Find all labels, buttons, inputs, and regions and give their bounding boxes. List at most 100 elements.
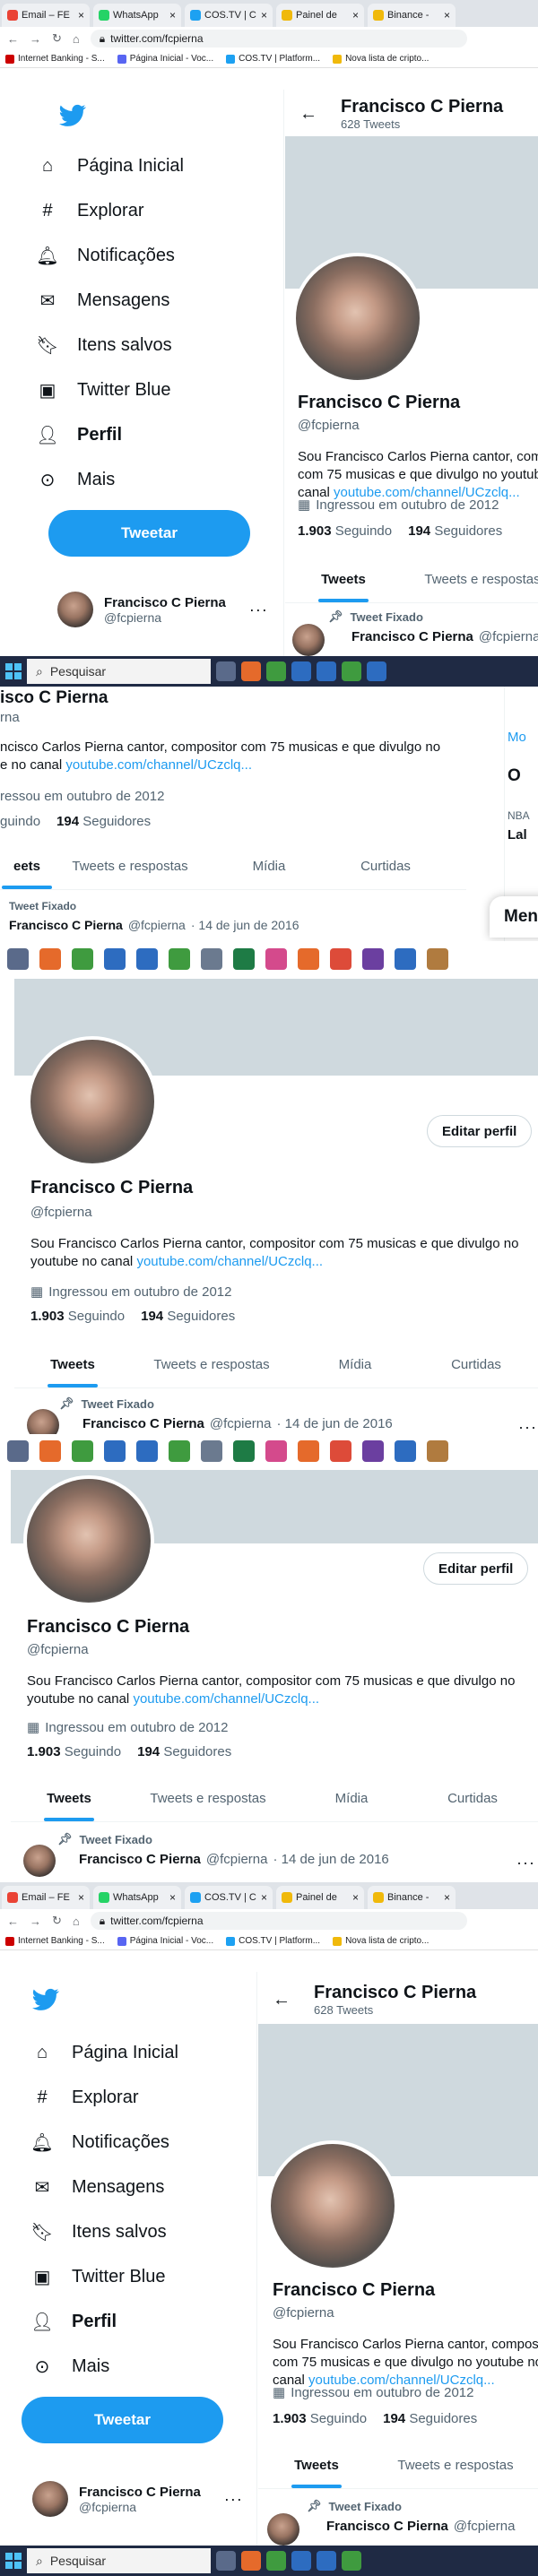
bookmark-item[interactable]: Nova lista de cripto...	[333, 54, 429, 64]
followers-link[interactable]: 194 Seguidores	[383, 2411, 477, 2426]
tab-replies[interactable]: Tweets e respostas	[127, 1775, 289, 1821]
close-icon[interactable]: ×	[352, 1891, 359, 1904]
tab-likes[interactable]: Curtidas	[418, 1341, 534, 1387]
app-icon[interactable]	[342, 661, 361, 681]
browser-tab[interactable]: Painel de ×	[276, 4, 364, 27]
app-icon[interactable]	[201, 1440, 222, 1462]
twitter-logo-icon[interactable]	[32, 1988, 59, 2016]
more-dots-icon[interactable]: ···	[249, 601, 268, 619]
browser-tab[interactable]: Email – FE ×	[2, 4, 90, 27]
tab-media[interactable]: Mídia	[292, 1341, 418, 1387]
taskbar-search[interactable]: ⌕ Pesquisar	[27, 659, 211, 684]
edit-profile-button[interactable]: Editar perfil	[427, 1115, 533, 1147]
app-icon[interactable]	[330, 948, 351, 970]
app-icon[interactable]	[395, 1440, 416, 1462]
sidebar-item-mais[interactable]: ⊙ Mais	[36, 457, 287, 502]
app-icon[interactable]	[72, 1440, 93, 1462]
windows-start-icon[interactable]	[5, 663, 22, 679]
bio-link[interactable]: youtube.com/channel/UCzclq...	[136, 1254, 323, 1269]
app-icon[interactable]	[362, 1440, 384, 1462]
following-link[interactable]: 1.903 Seguindo	[30, 1309, 125, 1324]
bio-link[interactable]: youtube.com/channel/UCzclq...	[133, 1691, 319, 1707]
close-icon[interactable]: ×	[78, 1891, 84, 1904]
close-icon[interactable]: ×	[78, 9, 84, 22]
sidebar-item-perfil[interactable]: 👤︎ Perfil	[30, 2299, 282, 2344]
app-icon[interactable]	[39, 948, 61, 970]
app-icon[interactable]	[72, 948, 93, 970]
browser-tab[interactable]: WhatsApp ×	[93, 4, 181, 27]
app-icon[interactable]	[317, 661, 336, 681]
bookmark-item[interactable]: Página Inicial - Voc...	[117, 1936, 213, 1946]
tab-replies[interactable]: Tweets e respostas	[131, 1341, 292, 1387]
app-icon[interactable]	[330, 1440, 351, 1462]
windows-start-icon[interactable]	[5, 2553, 22, 2569]
more-dots-icon[interactable]: ···	[224, 2490, 243, 2509]
app-icon[interactable]	[136, 1440, 158, 1462]
url-field[interactable]: 🔒︎ twitter.com/fcpierna	[90, 1912, 467, 1930]
bookmark-item[interactable]: Nova lista de cripto...	[333, 1936, 429, 1946]
back-arrow-icon[interactable]: ←	[299, 104, 317, 125]
bookmark-item[interactable]: COS.TV | Platform...	[226, 1936, 320, 1946]
taskview-icon[interactable]	[216, 661, 236, 681]
app-icon[interactable]	[201, 948, 222, 970]
followers-link[interactable]: 194 Seguidores	[137, 1744, 231, 1759]
account-switcher[interactable]: Francisco C Pierna @fcpierna ···	[57, 592, 268, 627]
app-icon[interactable]	[266, 2551, 286, 2571]
app-icon[interactable]	[7, 1440, 29, 1462]
profile-avatar[interactable]	[292, 253, 423, 384]
home-icon[interactable]: ⌂	[73, 1915, 80, 1928]
browser-tab[interactable]: Email – FE ×	[2, 1886, 90, 1909]
tab-tweets[interactable]: Tweets	[11, 1775, 127, 1821]
app-icon[interactable]	[169, 1440, 190, 1462]
profile-avatar[interactable]	[267, 2140, 398, 2271]
tab-replies[interactable]: Tweets e respostas	[402, 556, 538, 602]
app-icon[interactable]	[265, 1440, 287, 1462]
app-icon[interactable]	[104, 1440, 126, 1462]
edit-profile-button[interactable]: Editar perfil	[423, 1552, 529, 1585]
sidebar-item-twitter-blue[interactable]: ▣ Twitter Blue	[30, 2254, 282, 2299]
home-icon[interactable]: ⌂	[73, 32, 80, 46]
app-icon[interactable]	[241, 661, 261, 681]
more-dots-icon[interactable]: ···	[516, 1854, 535, 1872]
close-icon[interactable]: ×	[352, 9, 359, 22]
messages-drawer[interactable]: Men	[490, 896, 538, 938]
sidebar-item-explorar[interactable]: # Explorar	[30, 2075, 282, 2120]
sidebar-item-p-gina-inicial[interactable]: ⌂ Página Inicial	[36, 143, 287, 188]
taskbar-search[interactable]: ⌕ Pesquisar	[27, 2548, 211, 2573]
app-icon[interactable]	[342, 2551, 361, 2571]
sidebar-item-itens-salvos[interactable]: 🔖︎ Itens salvos	[30, 2209, 282, 2254]
followers-link[interactable]: 194 Seguidores	[408, 523, 502, 539]
followers-link[interactable]: 194 Seguidores	[141, 1309, 235, 1324]
app-icon[interactable]	[233, 1440, 255, 1462]
app-icon[interactable]	[298, 1440, 319, 1462]
browser-tab[interactable]: Binance - ×	[368, 4, 456, 27]
app-icon[interactable]	[427, 1440, 448, 1462]
twitter-logo-icon[interactable]	[59, 104, 86, 132]
app-icon[interactable]	[367, 661, 386, 681]
tweet-button[interactable]: Tweetar	[22, 2397, 223, 2443]
bookmark-item[interactable]: Internet Banking - S...	[5, 54, 105, 64]
browser-tab[interactable]: COS.TV | C ×	[185, 1886, 273, 1909]
browser-tab[interactable]: Binance - ×	[368, 1886, 456, 1909]
following-link[interactable]: 1.903 Seguindo	[27, 1744, 121, 1759]
tab-replies[interactable]: Tweets e respostas	[54, 843, 206, 889]
tab-replies[interactable]: Tweets e respostas	[375, 2442, 536, 2488]
reload-icon[interactable]: ↻	[52, 1914, 62, 1928]
app-icon[interactable]	[39, 1440, 61, 1462]
back-arrow-icon[interactable]: ←	[7, 1915, 19, 1928]
close-icon[interactable]: ×	[261, 9, 267, 22]
browser-tab[interactable]: Painel de ×	[276, 1886, 364, 1909]
app-icon[interactable]	[169, 948, 190, 970]
app-icon[interactable]	[233, 948, 255, 970]
close-icon[interactable]: ×	[444, 1891, 450, 1904]
sidebar-item-itens-salvos[interactable]: 🔖︎ Itens salvos	[36, 323, 287, 367]
forward-arrow-icon[interactable]: →	[30, 1915, 41, 1928]
sidebar-item-notifica-es[interactable]: 🔔︎ Notificações	[30, 2120, 282, 2165]
sidebar-item-notifica-es[interactable]: 🔔︎ Notificações	[36, 233, 287, 278]
app-icon[interactable]	[291, 2551, 311, 2571]
tab-likes[interactable]: Curtidas	[414, 1775, 531, 1821]
sidebar-item-perfil[interactable]: 👤︎ Perfil	[36, 412, 287, 457]
sidebar-item-p-gina-inicial[interactable]: ⌂ Página Inicial	[30, 2030, 282, 2075]
back-arrow-icon[interactable]: ←	[273, 1990, 291, 2010]
sidebar-item-twitter-blue[interactable]: ▣ Twitter Blue	[36, 367, 287, 412]
